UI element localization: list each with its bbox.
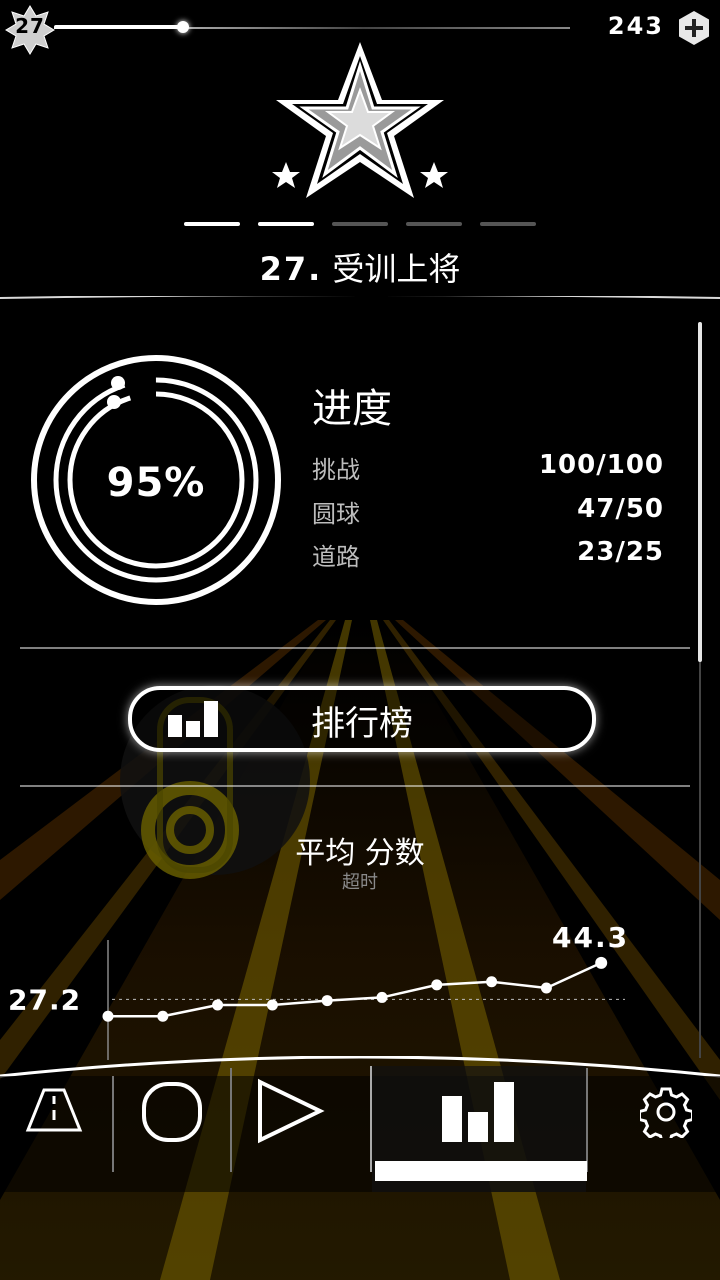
active-tab-indicator bbox=[375, 1161, 587, 1181]
average-value-label: 27.2 bbox=[8, 983, 81, 1016]
series-line bbox=[108, 961, 602, 1018]
star-rank-icon bbox=[272, 42, 448, 198]
bar-chart-icon[interactable] bbox=[440, 1080, 520, 1142]
chart-data-point bbox=[540, 982, 552, 994]
progress-row-value: 100/100 bbox=[538, 450, 664, 480]
level-number: 27 bbox=[15, 14, 45, 38]
rank-title: 27. 受训上将 bbox=[0, 244, 720, 290]
rank-number: 27. bbox=[259, 250, 323, 288]
rank-tier-dash bbox=[480, 222, 536, 226]
score-line-chart: 27.2 44.3 bbox=[8, 921, 629, 1060]
chart-data-point bbox=[595, 956, 608, 969]
chart-data-point bbox=[431, 979, 443, 991]
road-icon[interactable] bbox=[24, 1086, 84, 1136]
progress-row-balls: 圆球 47/50 bbox=[312, 494, 664, 530]
progress-row-label: 圆球 bbox=[312, 500, 360, 528]
rank-tier-indicator bbox=[184, 222, 536, 230]
play-icon[interactable] bbox=[256, 1078, 326, 1144]
plus-icon[interactable] bbox=[676, 10, 712, 46]
chart-data-point bbox=[376, 991, 388, 1003]
rank-tier-dash bbox=[184, 222, 240, 226]
chart-data-point bbox=[266, 999, 278, 1011]
chart-data-point bbox=[157, 1010, 169, 1022]
chart-title: 平均 分数 bbox=[295, 836, 425, 871]
rank-tier-dash bbox=[258, 222, 314, 226]
progress-row-label: 挑战 bbox=[312, 456, 360, 484]
chart-data-point bbox=[102, 1010, 114, 1022]
progress-percent: 95% bbox=[106, 460, 206, 506]
chart-data-point bbox=[486, 976, 498, 988]
divider bbox=[0, 296, 720, 299]
chart-data-point bbox=[212, 999, 224, 1011]
progress-row-value: 23/25 bbox=[577, 537, 664, 567]
scrollbar-thumb[interactable] bbox=[698, 322, 702, 662]
progress-row-label: 道路 bbox=[312, 543, 360, 571]
progress-row-value: 47/50 bbox=[577, 494, 664, 524]
gear-icon[interactable] bbox=[640, 1086, 692, 1138]
divider bbox=[20, 785, 690, 787]
rank-name: 受训上将 bbox=[332, 250, 461, 288]
coin-count: 243 bbox=[607, 12, 664, 40]
divider bbox=[20, 647, 690, 649]
progress-row-roads: 道路 23/25 bbox=[312, 537, 664, 573]
leaderboard-label: 排行榜 bbox=[311, 704, 413, 744]
ball-icon[interactable] bbox=[140, 1080, 204, 1144]
rank-tier-dash bbox=[406, 222, 462, 226]
latest-value-label: 44.3 bbox=[552, 921, 629, 954]
chart-data-point bbox=[321, 995, 333, 1007]
xp-progress-knob bbox=[177, 21, 189, 33]
rank-tier-dash bbox=[332, 222, 388, 226]
bottom-nav bbox=[0, 1056, 720, 1192]
progress-row-challenges: 挑战 100/100 bbox=[312, 450, 664, 486]
progress-title: 进度 bbox=[312, 386, 392, 432]
xp-progress-fill bbox=[54, 25, 183, 29]
